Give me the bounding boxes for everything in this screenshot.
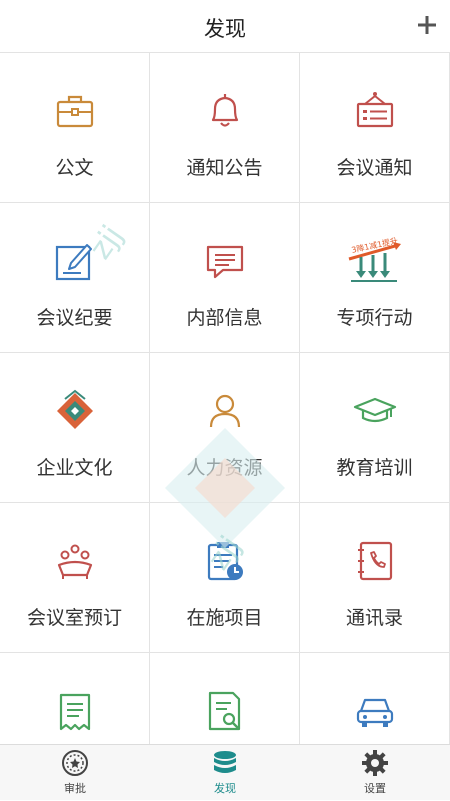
graduation-cap-icon	[353, 397, 396, 423]
document-search-icon	[208, 691, 240, 731]
tab-label: 审批	[64, 782, 86, 795]
grid-item-label: 专项行动	[336, 307, 413, 329]
contacts-book-icon	[357, 541, 392, 581]
tab-label: 设置	[364, 782, 386, 795]
top-nav-bar: 发现	[0, 0, 450, 53]
grid-item-meeting-notice[interactable]: 会议通知	[300, 53, 450, 203]
database-stack-icon	[214, 751, 236, 773]
grid-item-label: 通知公告	[186, 157, 263, 179]
clipboard-clock-icon	[207, 542, 243, 581]
grid-item-label: 会议室预订	[26, 607, 122, 629]
grid-item-internal-info[interactable]: 内部信息	[150, 203, 300, 353]
tab-settings[interactable]: 设置	[300, 745, 450, 801]
culture-logo-icon	[56, 389, 93, 429]
grid-item-contacts[interactable]: 通讯录	[300, 503, 450, 653]
car-icon	[356, 698, 393, 727]
briefcase-icon	[56, 95, 93, 128]
grid-item-ongoing-projects[interactable]: 在施项目	[150, 503, 300, 653]
meeting-room-icon	[57, 544, 92, 579]
tab-discover[interactable]: 发现	[150, 745, 300, 801]
grid-item-label: 内部信息	[186, 307, 263, 329]
grid-item-notices[interactable]: 通知公告	[150, 53, 300, 203]
bell-icon	[211, 94, 238, 127]
grid-item-official-document[interactable]: 公文	[0, 53, 150, 203]
grid-item-label: 会议通知	[336, 157, 413, 179]
feature-grid: 公文 通知公告 会议通知 会议纪要 内部信息 3降1减1提升 专项行动 企业文化…	[0, 53, 450, 744]
special-action-icon: 3降1减1提升	[348, 237, 401, 282]
tab-label: 发现	[214, 782, 236, 795]
grid-item-corporate-culture[interactable]: 企业文化	[0, 353, 150, 503]
grid-item-label: 通讯录	[345, 607, 403, 629]
message-icon	[206, 245, 243, 279]
grid-item-education-training[interactable]: 教育培训	[300, 353, 450, 503]
edit-note-icon	[55, 244, 92, 281]
plus-icon	[418, 16, 436, 34]
page-title: 发现	[204, 17, 246, 41]
grid-item-receipt[interactable]	[0, 653, 150, 744]
grid-item-document-search[interactable]	[150, 653, 300, 744]
receipt-icon	[59, 693, 90, 731]
grid-item-meeting-minutes[interactable]: 会议纪要	[0, 203, 150, 353]
grid-item-label: 公文	[55, 157, 94, 179]
grid-item-label: 在施项目	[186, 607, 263, 629]
bottom-tab-bar: 审批 发现 设置	[0, 744, 450, 800]
gear-icon	[362, 750, 388, 776]
grid-item-label: 企业文化	[36, 457, 113, 479]
person-icon	[209, 394, 240, 428]
meeting-sign-icon	[356, 92, 393, 128]
add-button[interactable]	[414, 10, 440, 40]
grid-item-label: 教育培训	[336, 457, 413, 479]
grid-item-label: 会议纪要	[36, 307, 113, 329]
grid-item-vehicle[interactable]	[300, 653, 450, 744]
tab-approval[interactable]: 审批	[0, 745, 150, 801]
grid-item-special-action[interactable]: 3降1减1提升 专项行动	[300, 203, 450, 353]
grid-item-meeting-room-booking[interactable]: 会议室预订	[0, 503, 150, 653]
grid-item-label: 人力资源	[186, 457, 263, 479]
approval-badge-icon	[62, 750, 88, 776]
grid-item-human-resources[interactable]: 人力资源	[150, 353, 300, 503]
